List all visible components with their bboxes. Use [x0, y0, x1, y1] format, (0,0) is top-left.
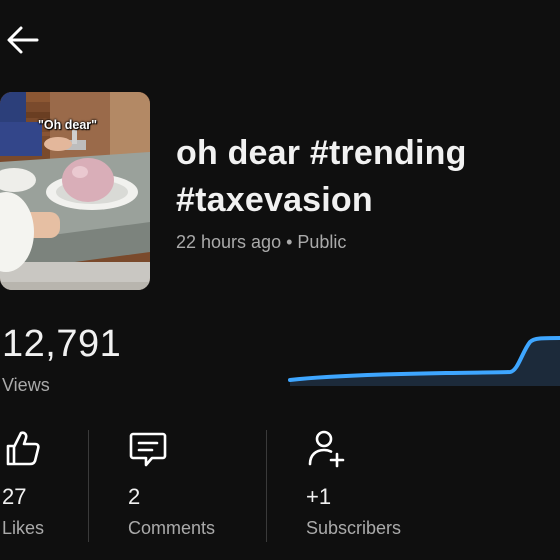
- video-meta: 22 hours ago • Public: [176, 232, 347, 252]
- subscribers-label: Subscribers: [306, 518, 402, 538]
- comments-label: Comments: [128, 518, 216, 538]
- stat-divider: [88, 430, 89, 542]
- views-trend-chart[interactable]: [286, 330, 560, 386]
- likes-label: Likes: [2, 518, 45, 538]
- thumbnail-caption: "Oh dear": [38, 118, 98, 132]
- views-label: Views: [2, 375, 50, 395]
- comments-stat[interactable]: 2 Comments: [128, 428, 248, 548]
- thumbs-up-icon: [6, 431, 40, 466]
- video-title: oh dear #trending #taxevasion: [176, 134, 467, 219]
- likes-stat[interactable]: 27 Likes: [2, 428, 82, 548]
- subscribers-stat[interactable]: +1 Subscribers: [306, 428, 446, 548]
- stat-divider: [266, 430, 267, 542]
- subscribers-count: +1: [306, 484, 332, 509]
- add-person-icon: [308, 430, 345, 468]
- views-count: 12,791: [2, 323, 122, 365]
- likes-count: 27: [2, 484, 27, 509]
- arrow-left-icon: [7, 26, 39, 54]
- comments-count: 2: [128, 484, 141, 509]
- back-button[interactable]: [2, 22, 42, 58]
- video-analytics-screen: "Oh dear" oh dear #trending #taxevasion …: [0, 0, 560, 560]
- comment-icon: [129, 432, 167, 467]
